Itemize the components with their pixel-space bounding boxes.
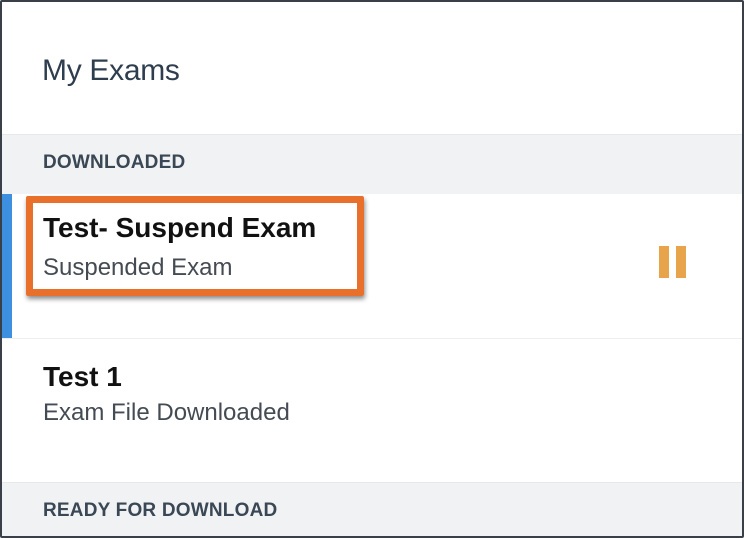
exam-status: Exam File Downloaded xyxy=(43,399,290,426)
pause-bar xyxy=(676,246,686,278)
pause-bar xyxy=(659,246,669,278)
page-title: My Exams xyxy=(42,54,180,87)
exam-row-test-1[interactable]: Test 1 Exam File Downloaded xyxy=(2,338,742,482)
selected-indicator xyxy=(2,194,12,338)
exam-status: Suspended Exam xyxy=(43,254,233,281)
section-label: READY FOR DOWNLOAD xyxy=(43,500,278,521)
section-header-downloaded: DOWNLOADED xyxy=(2,134,742,194)
pause-icon[interactable] xyxy=(658,246,688,280)
section-header-ready-for-download: READY FOR DOWNLOAD xyxy=(2,482,742,536)
exam-title: Test 1 xyxy=(43,361,122,392)
section-label: DOWNLOADED xyxy=(43,152,186,173)
exam-title: Test- Suspend Exam xyxy=(43,212,317,243)
exams-panel: My Exams DOWNLOADED Test- Suspend Exam S… xyxy=(0,0,744,538)
page-header: My Exams xyxy=(2,2,742,134)
exam-row-suspended[interactable]: Test- Suspend Exam Suspended Exam xyxy=(2,194,742,338)
